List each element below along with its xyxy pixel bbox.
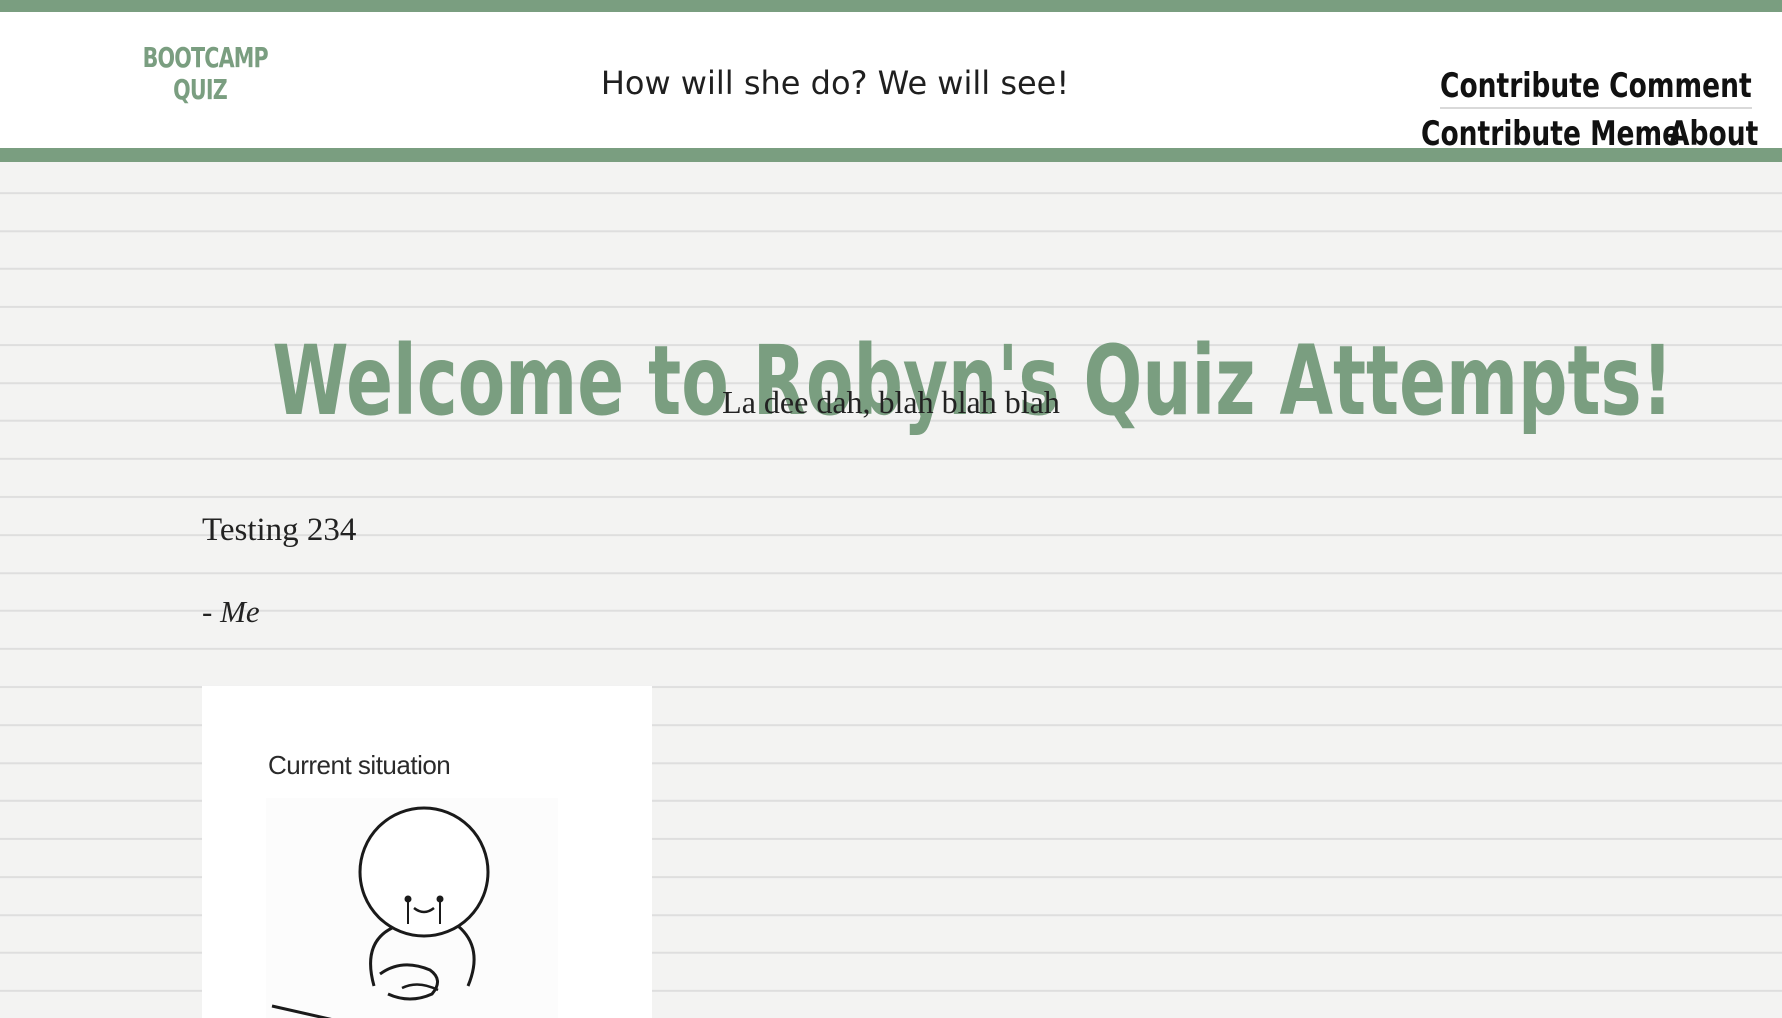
header-top-stripe	[0, 0, 1782, 12]
comment-author: - Me	[202, 594, 260, 629]
page-subtitle: La dee dah, blah blah blah	[722, 384, 1060, 420]
site-header: BOOTCAMP QUIZ How will she do? We will s…	[0, 12, 1782, 157]
logo-line-1: BOOTCAMP	[142, 41, 269, 74]
meme-caption: Current situation	[268, 750, 451, 780]
crying-stick-figure-icon	[262, 798, 562, 1018]
comment-text: Testing 234	[202, 512, 357, 548]
logo-line-2: QUIZ	[173, 73, 228, 106]
meme-image: Current situation	[202, 686, 652, 1018]
header-tagline: How will she do? We will see!	[600, 64, 1070, 102]
nav-link-contribute-comment[interactable]: Contribute Comment	[1440, 66, 1752, 109]
header-bottom-stripe	[0, 148, 1782, 162]
site-logo[interactable]: BOOTCAMP QUIZ	[142, 41, 269, 106]
